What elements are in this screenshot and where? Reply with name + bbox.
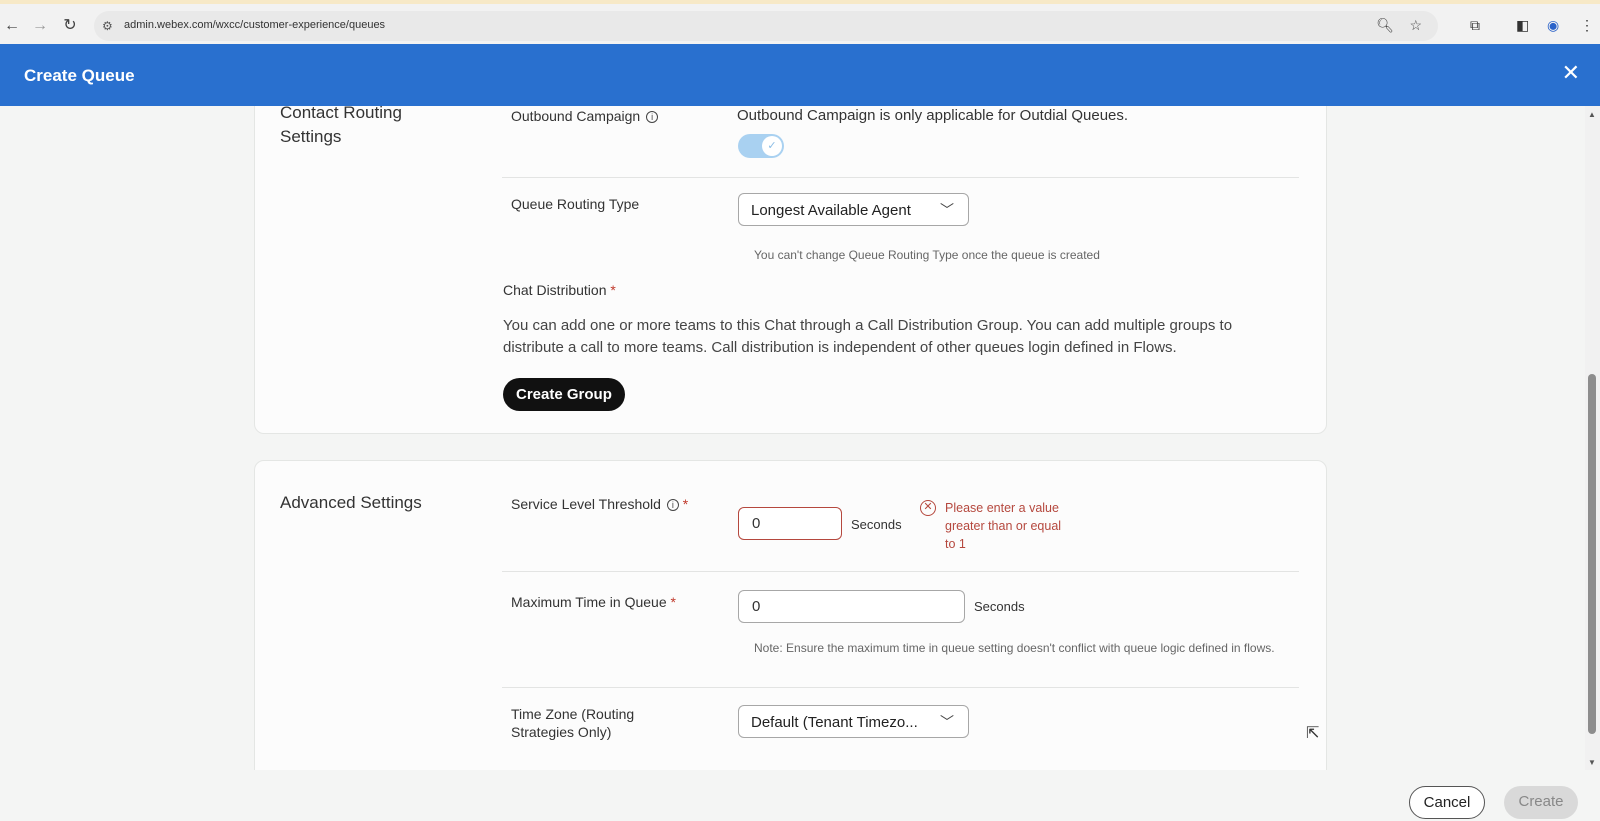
advanced-settings-card: Advanced Settings Service Level Threshol… [254,460,1327,770]
reload-icon[interactable]: ↻ [60,16,80,36]
max-time-label-text: Maximum Time in Queue [511,594,667,610]
forward-icon[interactable]: → [30,16,50,36]
service-level-label: Service Level Threshold i * [511,495,688,513]
divider [502,687,1299,688]
advanced-settings-section-title: Advanced Settings [280,493,422,512]
close-icon[interactable]: ✕ [1562,62,1580,84]
modal-body[interactable]: Contact Routing Settings Outbound Campai… [0,106,1583,770]
chat-distribution-label: Chat Distribution * [503,281,616,299]
outbound-campaign-toggle[interactable]: ✓ [738,134,784,158]
site-settings-icon[interactable]: ⚙ [102,19,113,33]
url-text: admin.webex.com/wxcc/customer-experience… [124,19,386,31]
required-asterisk: * [670,594,676,610]
info-icon[interactable]: i [646,111,659,124]
address-bar[interactable]: ⚙ admin.webex.com/wxcc/customer-experien… [94,11,1438,41]
profile-icon[interactable]: ◉ [1547,17,1559,34]
zoom-icon[interactable]: 🔍︎ [1376,17,1394,34]
create-group-button[interactable]: Create Group [503,378,625,411]
chat-distribution-desc-line: You can add one or more teams to this Ch… [503,317,1233,334]
chevron-down-icon: ﹀ [940,714,954,730]
chat-distribution-label-text: Chat Distribution [503,282,607,298]
browser-toolbar: ← → ↻ ⚙ admin.webex.com/wxcc/customer-ex… [0,0,1600,44]
back-icon[interactable]: ← [2,16,22,36]
routing-type-select[interactable]: Longest Available Agent ﹀ [738,193,969,226]
timezone-label: Time Zone (Routing Strategies Only) [511,706,635,740]
service-level-unit: Seconds [851,517,902,532]
timezone-select[interactable]: Default (Tenant Timezo... ﹀ [738,705,969,738]
scroll-down-icon[interactable]: ▼ [1588,758,1596,767]
service-level-error: Please enter a value greater than or equ… [945,501,1062,551]
max-time-help: Note: Ensure the maximum time in queue s… [754,641,1275,655]
routing-type-value: Longest Available Agent [751,202,911,219]
outbound-campaign-label-text: Outbound Campaign [511,108,641,124]
side-panel-icon[interactable]: ◧ [1516,17,1529,34]
cancel-button[interactable]: Cancel [1409,786,1485,819]
page-title: Create Queue [24,66,135,85]
bookmark-star-icon[interactable]: ☆ [1409,17,1422,34]
service-level-label-text: Service Level Threshold [511,496,661,512]
max-time-unit: Seconds [974,599,1025,614]
routing-type-label: Queue Routing Type [511,196,640,212]
scrollbar[interactable]: ▲ ▼ [1585,106,1600,770]
contact-routing-card: Contact Routing Settings Outbound Campai… [254,106,1327,434]
contact-routing-section-title: Contact Routing Settings [280,106,402,146]
outbound-campaign-note: Outbound Campaign is only applicable for… [737,107,1129,124]
divider [502,177,1299,178]
scroll-thumb[interactable] [1588,374,1596,734]
create-button[interactable]: Create [1504,786,1578,819]
max-time-label: Maximum Time in Queue * [511,593,676,611]
modal-header: Create Queue ✕ [0,44,1600,106]
mouse-cursor-icon: ⇱ [1306,725,1320,742]
max-time-input[interactable]: 0 [738,590,965,623]
chat-distribution-desc-line: distribute a call to more teams. Call di… [503,339,1177,356]
browser-menu-icon[interactable]: ⋮ [1580,17,1594,34]
scroll-up-icon[interactable]: ▲ [1588,110,1596,119]
timezone-value: Default (Tenant Timezo... [751,714,918,731]
required-asterisk: * [610,282,616,298]
extensions-icon[interactable]: ⧉ [1470,17,1480,34]
outbound-campaign-label: Outbound Campaign i [511,107,659,125]
check-icon: ✓ [762,136,782,156]
required-asterisk: * [682,496,689,512]
chevron-down-icon: ﹀ [940,202,954,218]
routing-type-help: You can't change Queue Routing Type once… [754,248,1100,262]
chat-distribution-description: You can add one or more teams to this Ch… [503,315,1293,359]
error-icon: ✕ [920,500,936,516]
info-icon[interactable]: i [666,499,679,512]
divider [502,571,1299,572]
service-level-input[interactable]: 0 [738,507,842,540]
